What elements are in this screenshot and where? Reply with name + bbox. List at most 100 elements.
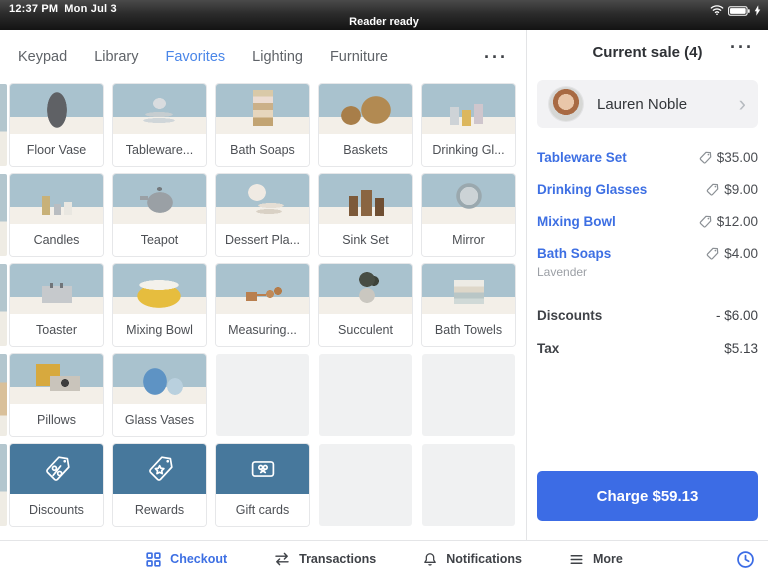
- peek-tile: [0, 444, 7, 526]
- customer-avatar: [549, 87, 583, 121]
- empty-tile: [319, 444, 412, 526]
- pos-app-screen: 12:37 PM Mon Jul 3 Reader ready Keypad Lib…: [0, 0, 768, 577]
- nav-item-more[interactable]: More: [568, 552, 623, 567]
- tile-label: Mirror: [422, 224, 515, 256]
- toaster-image: [10, 264, 103, 314]
- tile-label: Dessert Pla...: [216, 224, 309, 256]
- tile-teapot[interactable]: Teapot: [113, 174, 206, 256]
- nav-item-notifications[interactable]: Notifications: [422, 551, 522, 568]
- sale-item-tableware-set[interactable]: Tableware Set $35.00: [537, 142, 758, 174]
- sale-item-mixing-bowl[interactable]: Mixing Bowl $12.00: [537, 206, 758, 238]
- tile-sink-set[interactable]: Sink Set: [319, 174, 412, 256]
- tile-gift-cards[interactable]: Gift cards: [216, 444, 309, 526]
- tile-label: Sink Set: [319, 224, 412, 256]
- tile-glass-vases[interactable]: Glass Vases: [113, 354, 206, 436]
- tile-floor-vase[interactable]: Floor Vase: [10, 84, 103, 166]
- tile-toaster[interactable]: Toaster: [10, 264, 103, 346]
- empty-tile: [422, 354, 515, 436]
- tile-bath-soaps[interactable]: Bath Soaps: [216, 84, 309, 166]
- peek-tiles: [0, 84, 7, 526]
- empty-tile: [319, 354, 412, 436]
- time-clock-icon[interactable]: [735, 549, 756, 570]
- charge-button[interactable]: Charge $59.13: [537, 471, 758, 521]
- tab-lighting[interactable]: Lighting: [252, 49, 303, 65]
- tile-label: Glass Vases: [113, 404, 206, 436]
- tile-discounts[interactable]: Discounts: [10, 444, 103, 526]
- tile-baskets[interactable]: Baskets: [319, 84, 412, 166]
- bath-soaps-image: [216, 84, 309, 134]
- tile-label: Bath Towels: [422, 314, 515, 346]
- tile-bath-towels[interactable]: Bath Towels: [422, 264, 515, 346]
- sale-item-bath-soaps[interactable]: Bath Soaps Lavender $4.00: [537, 238, 758, 288]
- transfer-arrows-icon: [273, 551, 291, 567]
- sale-item-name: Mixing Bowl: [537, 214, 616, 229]
- product-grid: Floor Vase Tableware... Bath Soaps Baskets D…: [10, 84, 515, 526]
- adjustment-label: Discounts: [537, 308, 603, 323]
- succulent-image: [319, 264, 412, 314]
- tile-mirror[interactable]: Mirror: [422, 174, 515, 256]
- sale-header: Current sale (4) ···: [537, 30, 758, 74]
- sale-item-price: $12.00: [699, 214, 758, 229]
- tile-label: Baskets: [319, 134, 412, 166]
- sale-overflow-icon[interactable]: ···: [730, 38, 754, 56]
- customer-row[interactable]: Lauren Noble ›: [537, 80, 758, 128]
- tile-dessert-pla[interactable]: Dessert Pla...: [216, 174, 309, 256]
- reader-status-text: Reader ready: [349, 16, 419, 28]
- nav-label: Notifications: [446, 552, 522, 566]
- sale-items-list: Tableware Set $35.00 Drinking Glasses $9.00…: [537, 142, 758, 288]
- checkout-grid-icon: [145, 551, 162, 568]
- sale-item-name: Bath Soaps: [537, 246, 612, 261]
- tile-label: Floor Vase: [10, 134, 103, 166]
- tile-tableware[interactable]: Tableware...: [113, 84, 206, 166]
- tile-rewards[interactable]: Rewards: [113, 444, 206, 526]
- empty-tile: [216, 354, 309, 436]
- drinking-glasses-image: [422, 84, 515, 134]
- adjustment-row-discounts[interactable]: Discounts - $6.00: [537, 300, 758, 333]
- price-tag-icon: [699, 215, 712, 228]
- nav-item-checkout[interactable]: Checkout: [145, 551, 227, 568]
- adjustment-row-tax[interactable]: Tax $5.13: [537, 333, 758, 366]
- peek-tile: [0, 264, 7, 346]
- price-tag-icon: [699, 151, 712, 164]
- bell-icon: [422, 551, 438, 568]
- tile-pillows[interactable]: Pillows: [10, 354, 103, 436]
- tile-candles[interactable]: Candles: [10, 174, 103, 256]
- pillows-image: [10, 354, 103, 404]
- sale-item-price: $35.00: [699, 150, 758, 165]
- tabs-overflow-icon[interactable]: ···: [484, 48, 508, 66]
- teapot-image: [113, 174, 206, 224]
- adjustment-value: - $6.00: [715, 308, 758, 323]
- gift-card-icon: [216, 444, 309, 494]
- tile-succulent[interactable]: Succulent: [319, 264, 412, 346]
- tab-library[interactable]: Library: [94, 49, 138, 65]
- sale-item-drinking-glasses[interactable]: Drinking Glasses $9.00: [537, 174, 758, 206]
- peek-tile: [0, 84, 7, 166]
- sale-item-name-block: Mixing Bowl: [537, 214, 616, 229]
- baskets-image: [319, 84, 412, 134]
- status-bar: 12:37 PM Mon Jul 3 Reader ready: [0, 0, 768, 30]
- checkout-grid-region: Keypad Library Favorites Lighting Furniture …: [0, 30, 527, 540]
- tab-keypad[interactable]: Keypad: [18, 49, 67, 65]
- sale-item-name: Tableware Set: [537, 150, 627, 165]
- tile-drinking-gl[interactable]: Drinking Gl...: [422, 84, 515, 166]
- status-time: 12:37 PM: [9, 3, 59, 15]
- sale-adjustments: Discounts - $6.00 Tax $5.13: [537, 300, 758, 366]
- tile-label: Gift cards: [216, 494, 309, 526]
- status-date: Mon Jul 3: [64, 3, 117, 15]
- sale-item-price: $4.00: [706, 246, 758, 261]
- candles-image: [10, 174, 103, 224]
- tile-measuring[interactable]: Measuring...: [216, 264, 309, 346]
- sale-item-name: Drinking Glasses: [537, 182, 648, 197]
- tile-label: Mixing Bowl: [113, 314, 206, 346]
- nav-item-transactions[interactable]: Transactions: [273, 551, 376, 567]
- tab-favorites[interactable]: Favorites: [166, 49, 226, 65]
- peek-tile: [0, 174, 7, 256]
- tab-furniture[interactable]: Furniture: [330, 49, 388, 65]
- tile-mixing-bowl[interactable]: Mixing Bowl: [113, 264, 206, 346]
- adjustment-label: Tax: [537, 341, 560, 356]
- adjustment-value: $5.13: [724, 341, 758, 356]
- sale-item-name-block: Drinking Glasses: [537, 182, 647, 197]
- tile-label: Bath Soaps: [216, 134, 309, 166]
- glass-vases-image: [113, 354, 206, 404]
- sale-item-price: $9.00: [706, 182, 758, 197]
